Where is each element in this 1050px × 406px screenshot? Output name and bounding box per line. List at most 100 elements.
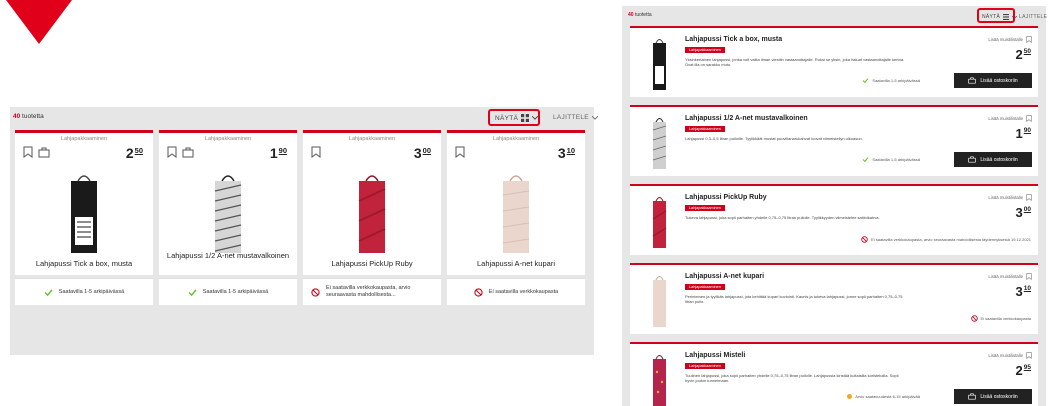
product-card[interactable]: Lahjapakkaaminen 1 90 Lahjapussi 1/2 A-ne… [159, 130, 297, 275]
wishlist-link[interactable]: Lisää muistilistalle [988, 194, 1032, 201]
check-icon [863, 78, 869, 83]
grid-view-panel: 40 tuotetta NÄYTÄ LAJITTELE Lahjapakkaam… [10, 107, 598, 355]
stock-status: Arvio saatavuudesta 6-15 arkipäivää [847, 394, 920, 399]
product-name[interactable]: Lahjapussi PickUp Ruby [685, 194, 767, 201]
product-image[interactable] [652, 273, 667, 327]
chevron-down-icon [591, 115, 598, 120]
check-icon [188, 288, 197, 296]
category-tag: Lahjapakkaaminen [685, 126, 725, 132]
product-name[interactable]: Lahjapussi Tick a box, musta [19, 259, 149, 268]
product-price: 3 00 [413, 145, 431, 161]
list-item[interactable]: Lahjapussi Tick a box, musta Lahjapakkaa… [630, 26, 1038, 97]
category-tag: Lahjapakkaaminen [685, 284, 725, 290]
stock-status: Ei saatavilla verkkokaupasta [970, 315, 1031, 322]
pointer-arrow-icon [6, 0, 72, 44]
product-name[interactable]: Lahjapussi PickUp Ruby [307, 259, 437, 268]
check-icon [44, 288, 53, 296]
view-toggle-highlight [488, 109, 540, 126]
product-description: Tukeva lahjapussi, joka sopii parhaiten … [685, 215, 880, 220]
product-count: 40 tuotetta [13, 113, 44, 120]
product-description: Lahjapussi 0,3–0,5 litran pulloille. Tyy… [685, 136, 863, 141]
sort-button[interactable]: LAJITTELE [553, 114, 598, 121]
list-view-panel: 40 tuotetta NÄYTÄ LAJITTELE Lahjapussi T… [622, 6, 1047, 406]
product-image[interactable] [652, 352, 667, 406]
product-price: 1 90 [269, 145, 287, 161]
product-description: Perinteinen ja tyylikäs lahjapussi, jota… [685, 294, 903, 305]
shopping-bag-icon [968, 77, 977, 84]
list-item[interactable]: Lahjapussi A-net kupari Lahjapakkaaminen… [630, 263, 1038, 334]
product-image[interactable] [652, 115, 667, 169]
product-category: Lahjapakkaaminen [60, 136, 108, 142]
category-tag: Lahjapakkaaminen [685, 205, 725, 211]
stock-status: Saatavilla 1-5 arkipäivässä [862, 157, 920, 162]
product-name[interactable]: Lahjapussi 1/2 A-net mustavalkoinen [685, 115, 808, 122]
product-card[interactable]: Lahjapakkaaminen 3 10 Lahjapussi A-net ku… [447, 130, 585, 275]
bookmark-icon[interactable] [23, 146, 33, 158]
product-price: 2 95 [1015, 363, 1031, 378]
product-grid: Lahjapakkaaminen 2 50 Lahjapussi Tick a b… [15, 130, 585, 275]
bookmark-icon [1026, 194, 1032, 201]
product-description: Tuulinen lahjapussi, joka sopii parhaite… [685, 373, 899, 384]
bookmark-icon [1026, 36, 1032, 43]
product-image[interactable] [213, 171, 243, 253]
shopping-bag-icon [968, 156, 977, 163]
product-price: 2 50 [1015, 47, 1031, 62]
product-count: 40 tuotetta [628, 12, 652, 18]
product-name[interactable]: Lahjapussi Tick a box, musta [685, 36, 782, 43]
product-card[interactable]: Lahjapakkaaminen 2 50 Lahjapussi Tick a b… [15, 130, 153, 275]
product-image[interactable] [357, 171, 387, 253]
availability-status: Saatavilla 1-5 arkipäivässä [15, 278, 153, 305]
stock-status: Ei saatavilla verkkokaupasta, arvio seur… [861, 236, 1031, 243]
product-name[interactable]: Lahjapussi A-net kupari [685, 273, 764, 280]
product-name[interactable]: Lahjapussi A-net kupari [451, 259, 581, 268]
add-to-cart-button[interactable]: Lisää ostoskoriin [954, 73, 1032, 88]
bookmark-icon[interactable] [167, 146, 177, 158]
product-image[interactable] [501, 171, 531, 253]
shopping-bag-icon[interactable] [38, 146, 50, 158]
bookmark-icon[interactable] [311, 146, 321, 158]
wishlist-link[interactable]: Lisää muistilistalle [988, 36, 1032, 43]
availability-strip: Saatavilla 1-5 arkipäivässä Saatavilla 1… [15, 278, 585, 305]
product-price: 3 10 [1015, 284, 1031, 299]
sort-button[interactable]: LAJITTELE [1019, 14, 1047, 20]
shopping-bag-icon [968, 393, 977, 400]
add-to-cart-button[interactable]: Lisää ostoskoriin [954, 152, 1032, 167]
availability-status: Ei saatavilla verkkokaupasta [447, 278, 585, 305]
bookmark-icon[interactable] [455, 146, 465, 158]
availability-status: Ei saatavilla verkkokaupasta, arvio seur… [303, 278, 441, 305]
list-item[interactable]: Lahjapussi PickUp Ruby Lahjapakkaaminen … [630, 184, 1038, 255]
check-icon [863, 157, 869, 162]
product-description: Yksinkertainen lahjapussi, jonka voit va… [685, 57, 905, 68]
product-list: Lahjapussi Tick a box, musta Lahjapakkaa… [630, 26, 1038, 406]
add-to-cart-button[interactable]: Lisää ostoskoriin [954, 389, 1032, 404]
not-available-icon [861, 236, 868, 243]
list-item[interactable]: Lahjapussi 1/2 A-net mustavalkoinen Lahj… [630, 105, 1038, 176]
grid-toolbar: 40 tuotetta NÄYTÄ LAJITTELE [10, 107, 598, 129]
product-name[interactable]: Lahjapussi 1/2 A-net mustavalkoinen [163, 251, 293, 260]
product-name[interactable]: Lahjapussi Misteli [685, 352, 745, 359]
category-tag: Lahjapakkaaminen [685, 363, 725, 369]
product-category: Lahjapakkaaminen [204, 136, 252, 142]
stock-status: Saatavilla 1-5 arkipäivässä [862, 78, 920, 83]
product-category: Lahjapakkaaminen [348, 136, 396, 142]
availability-status: Saatavilla 1-5 arkipäivässä [159, 278, 297, 305]
wishlist-link[interactable]: Lisää muistilistalle [988, 115, 1032, 122]
wishlist-link[interactable]: Lisää muistilistalle [988, 273, 1032, 280]
product-price: 2 50 [125, 145, 143, 161]
not-available-icon [311, 287, 320, 297]
product-price: 3 00 [1015, 205, 1031, 220]
bookmark-icon [1026, 273, 1032, 280]
bookmark-icon [1026, 352, 1032, 359]
product-image[interactable] [652, 36, 667, 90]
wishlist-link[interactable]: Lisää muistilistalle [988, 352, 1032, 359]
shopping-bag-icon[interactable] [182, 146, 194, 158]
list-item[interactable]: Lahjapussi Misteli Lahjapakkaaminen Tuul… [630, 342, 1038, 406]
product-category: Lahjapakkaaminen [492, 136, 540, 142]
not-available-icon [970, 315, 978, 322]
product-image[interactable] [69, 171, 99, 253]
product-card[interactable]: Lahjapakkaaminen 3 00 Lahjapussi PickUp R… [303, 130, 441, 275]
view-toggle-highlight [977, 8, 1015, 23]
product-image[interactable] [652, 194, 667, 248]
bookmark-icon [1026, 115, 1032, 122]
not-available-icon [474, 287, 483, 297]
